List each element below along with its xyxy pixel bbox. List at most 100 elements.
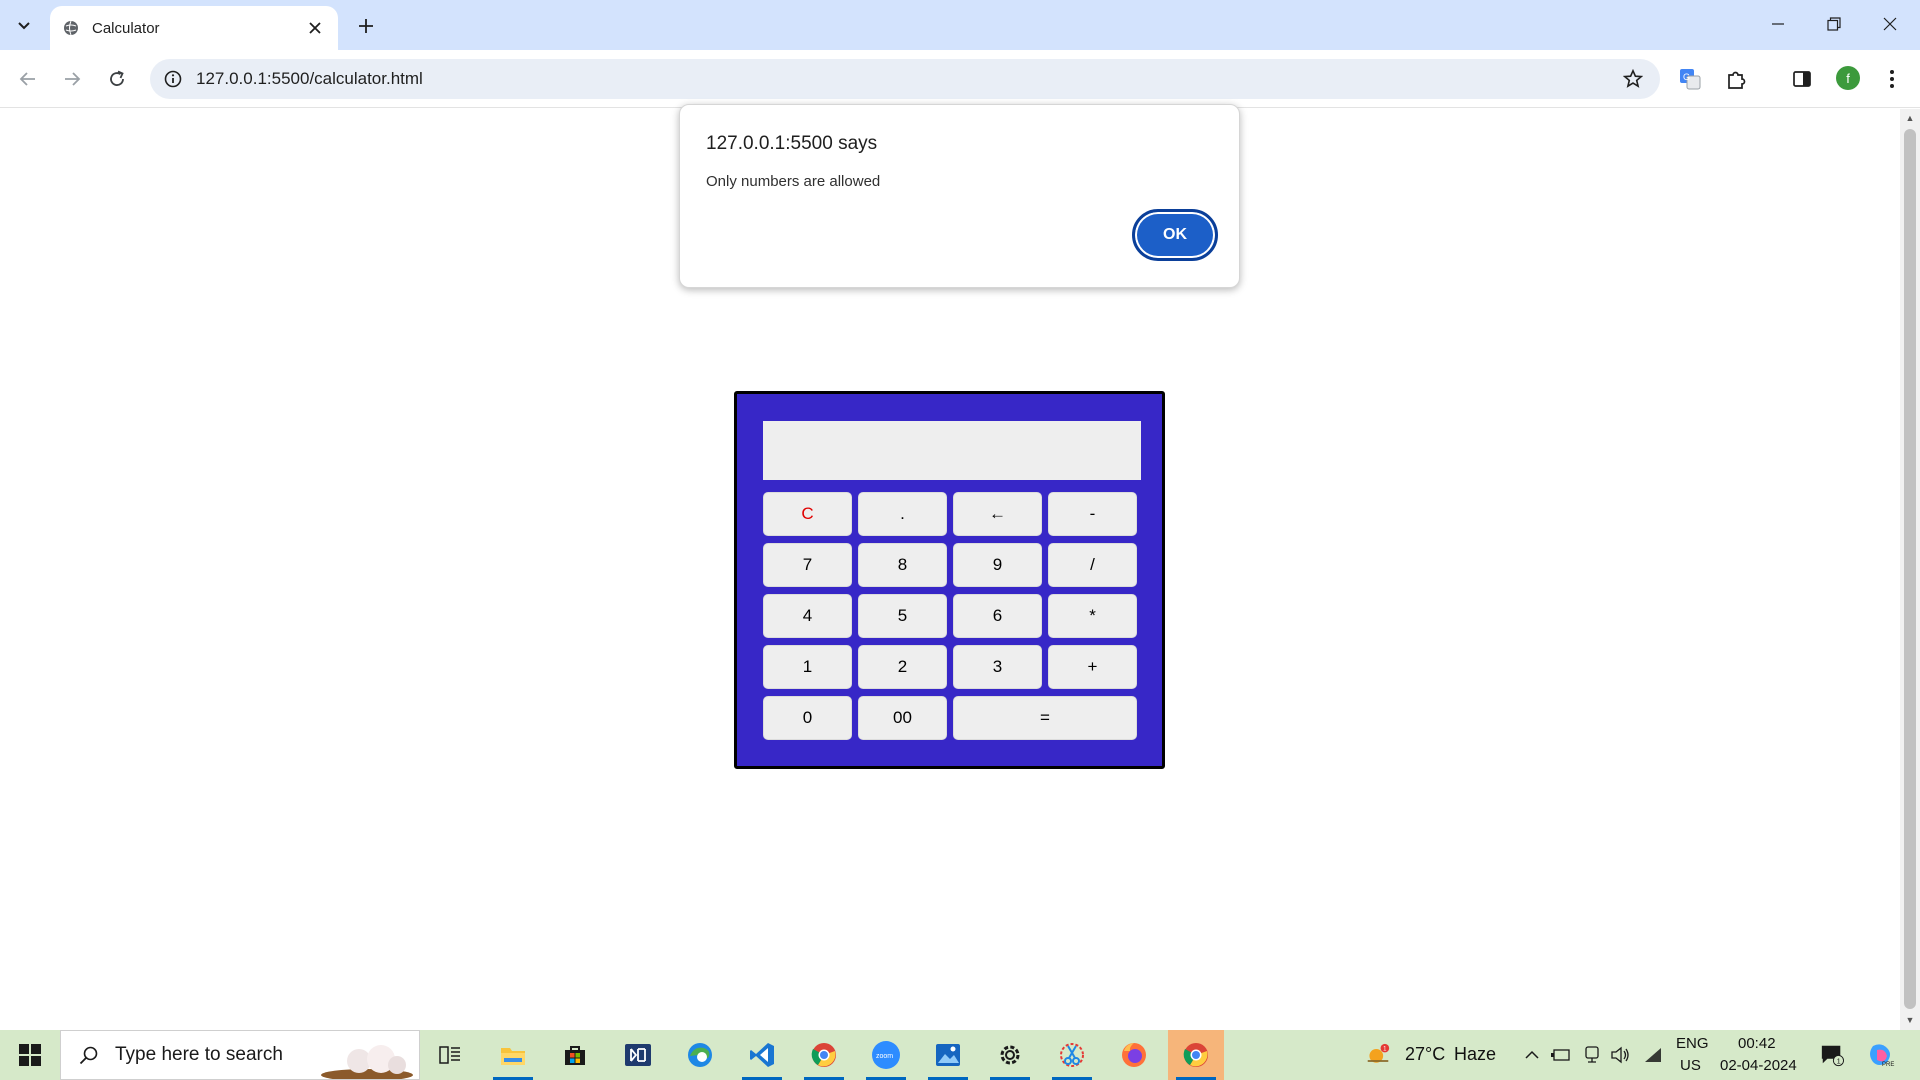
battery-icon[interactable] <box>1549 1043 1573 1067</box>
extensions-puzzle-icon[interactable] <box>1720 63 1752 95</box>
scrollbar-thumb[interactable] <box>1904 129 1916 1009</box>
zoom-app[interactable]: zoom <box>858 1030 914 1080</box>
microsoft-store-app[interactable] <box>547 1030 603 1080</box>
chrome-active-app[interactable] <box>1168 1030 1224 1080</box>
taskbar-search-box[interactable]: Type here to search <box>60 1030 420 1080</box>
vscode-icon <box>750 1043 774 1067</box>
digit-3-key[interactable]: 3 <box>953 645 1042 689</box>
digit-8-key[interactable]: 8 <box>858 543 947 587</box>
garlic-illustration-icon <box>321 1045 413 1079</box>
clock-time[interactable]: 00:42 <box>1738 1035 1776 1052</box>
tab-close-icon[interactable] <box>304 17 326 39</box>
store-bag-icon <box>565 1046 585 1065</box>
volume-icon[interactable] <box>1608 1043 1632 1067</box>
digit-0-key[interactable]: 0 <box>763 696 852 740</box>
add-key[interactable]: + <box>1048 645 1137 689</box>
snipping-tool-app[interactable] <box>1044 1030 1100 1080</box>
url-text[interactable]: 127.0.0.1:5500/calculator.html <box>196 69 1618 89</box>
digit-1-key[interactable]: 1 <box>763 645 852 689</box>
bookmark-star-icon[interactable] <box>1618 64 1648 94</box>
copilot-icon[interactable]: PRE <box>1866 1043 1896 1068</box>
tab-search-button[interactable] <box>10 12 38 40</box>
settings-app[interactable] <box>982 1030 1038 1080</box>
dialog-message: Only numbers are allowed <box>706 173 881 190</box>
minimize-icon <box>1772 23 1784 25</box>
menu-kebab-icon[interactable] <box>1876 63 1908 95</box>
subtract-key[interactable]: - <box>1048 492 1137 536</box>
chrome-icon <box>811 1043 836 1067</box>
globe-icon <box>62 19 80 37</box>
search-placeholder: Type here to search <box>115 1044 283 1065</box>
restore-button[interactable] <box>1806 0 1862 48</box>
notifications-icon[interactable]: 1 <box>1820 1043 1844 1067</box>
photos-app[interactable] <box>920 1030 976 1080</box>
new-tab-button[interactable] <box>352 12 380 40</box>
chrome-icon <box>1183 1043 1208 1067</box>
browser-toolbar: 127.0.0.1:5500/calculator.html G <box>0 50 1920 108</box>
scroll-down-arrow-icon[interactable]: ▼ <box>1905 1015 1915 1025</box>
dialog-title: 127.0.0.1:5500 says <box>706 133 878 154</box>
alert-dialog: 127.0.0.1:5500 says Only numbers are all… <box>679 104 1240 288</box>
page-scrollbar[interactable]: ▲ ▼ <box>1900 109 1920 1030</box>
firefox-icon <box>1122 1043 1146 1067</box>
weather-icon[interactable]: 1 <box>1366 1043 1390 1067</box>
wifi-icon[interactable] <box>1641 1043 1665 1067</box>
equals-key[interactable]: = <box>953 696 1137 740</box>
snipping-tool-icon <box>1060 1043 1084 1067</box>
start-button[interactable] <box>0 1030 60 1080</box>
calculator: C. ← -7 8 9/4 5 6 * 1 2 3 +0 00 = <box>734 391 1165 769</box>
language-code[interactable]: ENG <box>1676 1035 1709 1052</box>
google-translate-icon[interactable]: G <box>1674 63 1706 95</box>
site-info-icon[interactable] <box>162 68 184 90</box>
digit-2-key[interactable]: 2 <box>858 645 947 689</box>
vscode-app[interactable] <box>734 1030 790 1080</box>
tab-strip: Calculator <box>0 0 1920 50</box>
ok-button[interactable]: OK <box>1132 209 1218 261</box>
arrow-right-icon <box>65 72 81 86</box>
double-zero-key[interactable]: 00 <box>858 696 947 740</box>
chrome-app[interactable] <box>796 1030 852 1080</box>
clear-key[interactable]: C <box>763 492 852 536</box>
show-hidden-icons-chevron-icon[interactable] <box>1520 1043 1544 1067</box>
task-view-button[interactable] <box>422 1030 478 1080</box>
reload-button[interactable] <box>101 63 133 95</box>
decimal-key[interactable]: . <box>858 492 947 536</box>
meet-now-icon[interactable] <box>1580 1043 1604 1067</box>
backspace-key[interactable]: ← <box>953 492 1042 536</box>
digit-6-key[interactable]: 6 <box>953 594 1042 638</box>
digit-9-key[interactable]: 9 <box>953 543 1042 587</box>
clock-date[interactable]: 02-04-2024 <box>1720 1057 1797 1074</box>
svg-text:G: G <box>1683 72 1690 82</box>
dell-monitor-icon <box>625 1044 651 1066</box>
language-region[interactable]: US <box>1680 1057 1701 1074</box>
scroll-up-arrow-icon[interactable]: ▲ <box>1905 113 1915 123</box>
calculator-display[interactable] <box>763 421 1141 480</box>
gear-icon <box>1000 1045 1020 1065</box>
zoom-icon: zoom <box>872 1041 900 1069</box>
tab-calculator[interactable]: Calculator <box>50 6 338 50</box>
close-icon <box>1883 17 1897 31</box>
search-icon <box>77 1043 101 1067</box>
divide-key[interactable]: / <box>1048 543 1137 587</box>
dell-app[interactable] <box>610 1030 666 1080</box>
tab-title: Calculator <box>92 19 160 37</box>
side-panel-icon[interactable] <box>1786 63 1818 95</box>
firefox-app[interactable] <box>1106 1030 1162 1080</box>
file-explorer-app[interactable] <box>485 1030 541 1080</box>
digit-4-key[interactable]: 4 <box>763 594 852 638</box>
forward-button[interactable] <box>56 63 88 95</box>
weather-condition[interactable]: Haze <box>1454 1044 1496 1065</box>
weather-temp[interactable]: 27°C <box>1405 1044 1445 1065</box>
edge-app[interactable] <box>672 1030 728 1080</box>
digit-7-key[interactable]: 7 <box>763 543 852 587</box>
profile-avatar[interactable]: f <box>1836 66 1860 90</box>
address-bar[interactable]: 127.0.0.1:5500/calculator.html <box>150 59 1660 99</box>
minimize-button[interactable] <box>1750 0 1806 48</box>
multiply-key[interactable]: * <box>1048 594 1137 638</box>
close-window-button[interactable] <box>1862 0 1918 48</box>
folder-icon <box>501 1048 525 1065</box>
back-button[interactable] <box>12 63 44 95</box>
arrow-left-icon <box>19 72 35 86</box>
digit-5-key[interactable]: 5 <box>858 594 947 638</box>
edge-icon <box>688 1043 712 1067</box>
